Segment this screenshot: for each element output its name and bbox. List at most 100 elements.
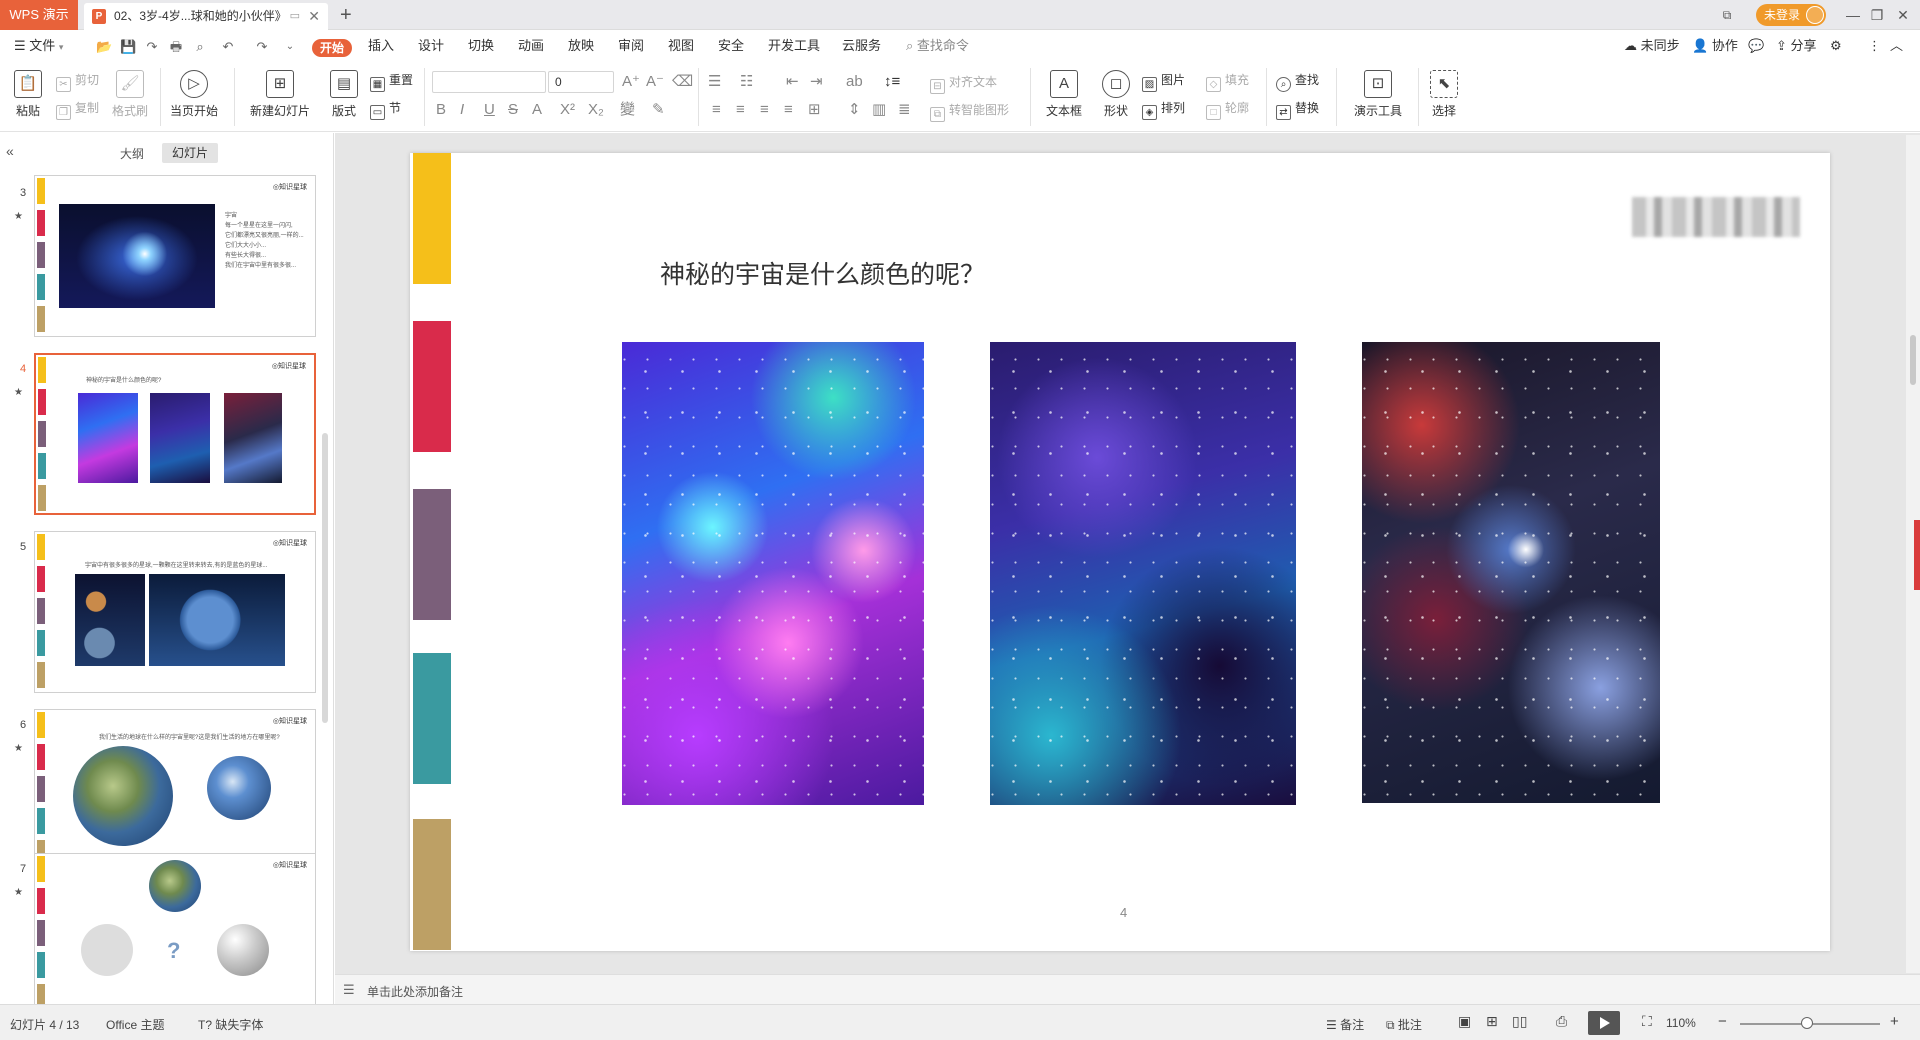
strikethrough-icon[interactable]: S <box>508 100 518 120</box>
presenter-tools-button[interactable]: ⊡ 演示工具 <box>1346 70 1410 119</box>
menu-tab-animation[interactable]: 动画 <box>518 30 544 62</box>
share-button[interactable]: ⇪ 分享 <box>1776 30 1817 62</box>
copy-button[interactable]: ❐ 复制 <box>56 98 99 120</box>
cut-button[interactable]: ✂ 剪切 <box>56 70 99 92</box>
vertical-scrollbar[interactable] <box>1906 135 1920 973</box>
missing-font-button[interactable]: T? 缺失字体 <box>198 1016 263 1033</box>
open-folder-icon[interactable]: 📂 <box>96 39 112 55</box>
shape-button[interactable]: ◻ 形状 <box>1096 70 1136 119</box>
line-spacing-icon[interactable]: ↕≡ <box>884 72 900 92</box>
cosmos-image-dark-nebula[interactable] <box>1362 342 1660 803</box>
menu-tab-view[interactable]: 视图 <box>668 30 694 62</box>
paste-button[interactable]: 📋 粘贴 <box>10 70 46 119</box>
layout-button[interactable]: ▤ 版式 <box>326 70 362 119</box>
bullet-list-icon[interactable]: ☰ <box>708 72 721 92</box>
menu-tab-design[interactable]: 设计 <box>418 30 444 62</box>
align-text-button[interactable]: ⊟ 对齐文本 <box>930 72 997 94</box>
columns-icon[interactable]: ▥ <box>872 100 886 120</box>
replace-button[interactable]: ⇄ 替换 <box>1276 98 1319 120</box>
menu-tab-insert[interactable]: 插入 <box>368 30 394 62</box>
paragraph-spacing-icon[interactable]: ⇕ <box>848 100 861 120</box>
fill-button[interactable]: ◇ 填充 <box>1206 70 1249 92</box>
slide-sorter-icon[interactable]: ⊞ <box>1486 1013 1498 1030</box>
format-painter-button[interactable]: 🖌 格式刷 <box>108 70 152 119</box>
normal-view-icon[interactable]: ▣ <box>1458 1013 1471 1030</box>
more-icon[interactable]: ⋮ <box>1868 30 1881 62</box>
play-from-current-button[interactable]: ▷ 当页开始 <box>166 70 222 119</box>
textbox-button[interactable]: A 文本框 <box>1040 70 1088 119</box>
notes-placeholder[interactable]: 单击此处添加备注 <box>367 983 463 1000</box>
find-button[interactable]: ⌕ 查找 <box>1276 70 1319 92</box>
font-name-select[interactable] <box>432 71 546 93</box>
collab-button[interactable]: 👤 协作 <box>1692 30 1738 62</box>
subscript-icon[interactable]: X₂ <box>588 100 604 120</box>
menu-tab-security[interactable]: 安全 <box>718 30 744 62</box>
cosmos-image-blue-nebula[interactable] <box>990 342 1296 805</box>
reset-button[interactable]: ▦ 重置 <box>370 70 413 92</box>
slide-title[interactable]: 神秘的宇宙是什么颜色的呢？ <box>660 255 985 291</box>
text-direction-icon[interactable]: ab <box>846 72 863 92</box>
zoom-level[interactable]: 110% <box>1666 1016 1696 1030</box>
distribute-icon[interactable]: ⊞ <box>808 100 821 120</box>
tab-slides[interactable]: 幻灯片 <box>162 143 218 163</box>
font-size-select[interactable]: 0 <box>548 71 614 93</box>
document-tab[interactable]: P 02、3岁-4岁...球和她的小伙伴》 ▭ ✕ <box>84 3 328 30</box>
menu-tab-developer[interactable]: 开发工具 <box>768 30 820 62</box>
save-icon[interactable]: 💾 <box>120 39 136 55</box>
highlight-icon[interactable]: ✎ <box>652 100 665 120</box>
new-tab-button[interactable]: + <box>340 2 352 28</box>
close-tab-icon[interactable]: ✕ <box>308 3 320 30</box>
italic-icon[interactable]: I <box>460 100 464 120</box>
zoom-out-icon[interactable]: − <box>1718 1013 1727 1030</box>
slide-thumbnail-6[interactable]: ◎知识星球 我们生活的地球在什么样的宇宙里呢?这是我们生活的地方在哪里呢? <box>34 709 316 871</box>
scrollbar-thumb[interactable] <box>1910 335 1916 385</box>
decrease-font-icon[interactable]: A⁻ <box>646 72 664 92</box>
slideshow-play-button[interactable] <box>1588 1011 1620 1035</box>
increase-indent-icon[interactable]: ⇥ <box>810 72 823 92</box>
camera-icon[interactable]: ⎙ <box>1556 1013 1567 1030</box>
menu-tab-cloud[interactable]: 云服务 <box>842 30 881 62</box>
bold-icon[interactable]: B <box>436 100 446 120</box>
increase-font-icon[interactable]: A⁺ <box>622 72 640 92</box>
slide[interactable]: 神秘的宇宙是什么颜色的呢？ 4 <box>410 153 1830 951</box>
menu-tab-start[interactable]: 开始 <box>312 39 352 57</box>
cloud-icon[interactable]: ↷ <box>144 39 160 55</box>
settings-icon[interactable]: ⚙ <box>1830 30 1842 62</box>
zoom-in-icon[interactable]: + <box>1890 1013 1899 1030</box>
font-color-icon[interactable]: A <box>532 100 542 120</box>
undo-icon[interactable]: ↶ <box>220 39 236 55</box>
decrease-indent-icon[interactable]: ⇤ <box>786 72 799 92</box>
notes-pane[interactable]: ☰ 单击此处添加备注 <box>335 974 1920 1004</box>
select-button[interactable]: ⬉ 选择 <box>1424 70 1464 119</box>
phonetic-icon[interactable]: 變 <box>620 100 635 120</box>
float-window-icon[interactable]: ▭ <box>290 3 300 30</box>
command-search[interactable]: ⌕ 查找命令 <box>906 30 969 62</box>
theme-name[interactable]: Office 主题 <box>106 1016 164 1033</box>
notes-toggle[interactable]: ☰ 备注 <box>1326 1016 1364 1033</box>
align-center-icon[interactable]: ≡ <box>736 100 745 120</box>
zoom-slider-handle[interactable] <box>1801 1017 1814 1029</box>
redo-icon[interactable]: ↷ <box>254 39 270 55</box>
close-window-icon[interactable]: ✕ <box>1888 0 1918 30</box>
comments-toggle[interactable]: ⧉ 批注 <box>1386 1016 1422 1033</box>
menu-tab-review[interactable]: 审阅 <box>618 30 644 62</box>
menu-tab-transition[interactable]: 切换 <box>468 30 494 62</box>
picture-button[interactable]: ▨ 图片 <box>1142 70 1185 92</box>
numbered-list-icon[interactable]: ☷ <box>740 72 753 92</box>
arrange-button[interactable]: ◈ 排列 <box>1142 98 1185 120</box>
fit-window-icon[interactable]: ⛶ <box>1642 1013 1652 1030</box>
justify-icon[interactable]: ≡ <box>784 100 793 120</box>
align-right-icon[interactable]: ≡ <box>760 100 769 120</box>
app-tab-wps[interactable]: WPS 演示 <box>0 0 78 30</box>
slide-thumbnail-3[interactable]: ◎知识星球 宇宙 每一个星星在这里一闪闪, 它们都漂亮又很亮丽,一样的... 它… <box>34 175 316 337</box>
tab-outline[interactable]: 大纲 <box>120 145 144 162</box>
reading-view-icon[interactable]: ▯▯ <box>1512 1013 1527 1030</box>
smartart-button[interactable]: ⧉ 转智能图形 <box>930 100 1009 122</box>
sync-status[interactable]: ☁ 未同步 <box>1624 30 1680 62</box>
collapse-panel-icon[interactable]: « <box>6 143 14 159</box>
underline-icon[interactable]: U <box>484 100 495 120</box>
align-left-icon[interactable]: ≡ <box>712 100 721 120</box>
file-menu[interactable]: ☰ 文件 ▾ <box>14 30 63 62</box>
login-button[interactable]: 未登录 <box>1756 4 1826 26</box>
section-button[interactable]: ▭ 节 <box>370 98 401 120</box>
